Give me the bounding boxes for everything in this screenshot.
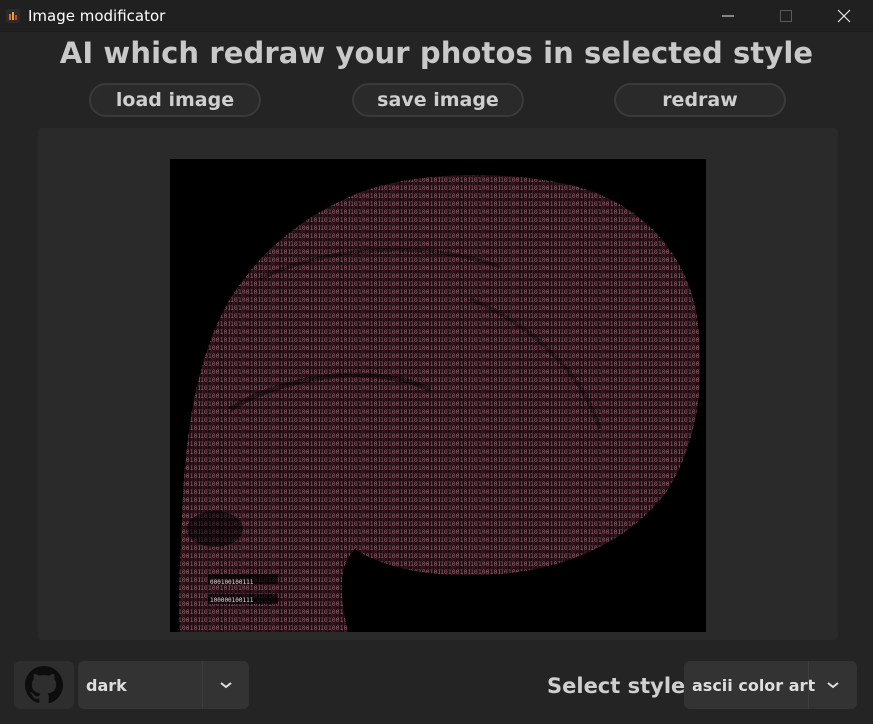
style-dropdown-button[interactable] xyxy=(810,661,856,709)
window-title: Image modificator xyxy=(28,7,166,25)
close-icon xyxy=(837,9,851,23)
github-icon xyxy=(25,666,63,704)
style-select-divider xyxy=(808,661,809,709)
minimize-button[interactable] xyxy=(700,0,756,32)
window-titlebar: Image modificator xyxy=(0,0,873,32)
github-button[interactable] xyxy=(14,661,74,709)
page-title: AI which redraw your photos in selected … xyxy=(59,36,814,70)
style-select-value: ascii color art xyxy=(692,675,816,695)
skull-ascii-image: 101001011 011010110 000100100111 1000001… xyxy=(170,159,706,632)
theme-dropdown-button[interactable] xyxy=(203,661,249,709)
app-icon xyxy=(6,9,20,23)
maximize-icon xyxy=(780,10,792,22)
load-image-button[interactable]: load image xyxy=(89,83,261,117)
select-style-label: Select style: xyxy=(547,674,694,698)
minimize-icon xyxy=(722,15,734,17)
image-preview: 101001011 011010110 000100100111 1000001… xyxy=(170,159,706,632)
chevron-down-icon xyxy=(220,682,232,689)
redraw-button[interactable]: redraw xyxy=(614,83,786,117)
theme-select-value: dark xyxy=(86,675,127,695)
chevron-down-icon xyxy=(827,682,839,689)
save-image-button[interactable]: save image xyxy=(352,83,524,117)
style-select[interactable]: ascii color art xyxy=(684,661,857,709)
svg-text:000100100111: 000100100111 xyxy=(210,579,254,586)
maximize-button[interactable] xyxy=(758,0,814,32)
svg-text:100000100111: 100000100111 xyxy=(210,597,254,604)
close-button[interactable] xyxy=(816,0,872,32)
theme-select[interactable]: dark xyxy=(78,661,249,709)
